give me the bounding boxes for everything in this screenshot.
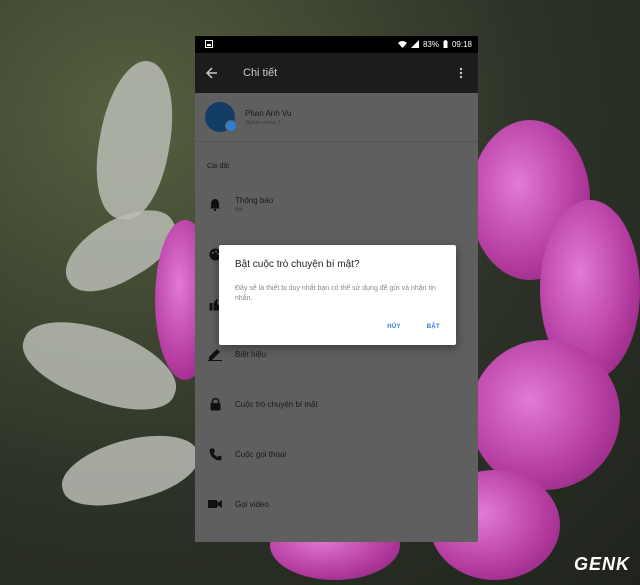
- avatar: [205, 102, 237, 132]
- phone-icon: [208, 447, 222, 461]
- page-title: Chi tiết: [243, 67, 278, 79]
- settings-item-label: Gọi video: [235, 499, 269, 509]
- cancel-button[interactable]: HỦY: [387, 324, 401, 330]
- gallery-icon: [205, 39, 213, 50]
- battery-level: 83%: [422, 40, 439, 49]
- settings-item-label: Thông báo: [235, 195, 274, 205]
- arrow-back-icon: [206, 67, 217, 79]
- back-button[interactable]: [203, 64, 221, 82]
- profile-name: Phan Anh Vu: [245, 108, 292, 118]
- clock: 09:18: [451, 40, 472, 49]
- signal-icon: [410, 39, 419, 50]
- settings-item-label: Cuộc trò chuyện bí mật: [235, 399, 318, 409]
- settings-item-video-call[interactable]: Gọi video: [195, 479, 478, 529]
- battery-icon: [443, 39, 448, 50]
- more-options-button[interactable]: [452, 64, 470, 82]
- settings-item-notifications[interactable]: Thông báo Bật: [195, 179, 478, 229]
- pencil-icon: [208, 347, 222, 361]
- profile-handle: @phan.anhvu.3: [245, 119, 281, 126]
- app-bar: Chi tiết: [195, 53, 478, 93]
- bell-icon: [208, 197, 222, 211]
- video-icon: [208, 497, 222, 511]
- dialog-message: Đây sẽ là thiết bị duy nhất bạn có thể s…: [235, 285, 436, 302]
- status-bar: 83% 09:18: [195, 36, 478, 53]
- secret-conversation-dialog: Bật cuộc trò chuyện bí mật? Đây sẽ là th…: [219, 245, 456, 345]
- wifi-icon: [397, 40, 407, 50]
- profile-header[interactable]: Phan Anh Vu @phan.anhvu.3: [195, 93, 478, 142]
- confirm-button[interactable]: BẬT: [427, 324, 440, 330]
- settings-section-title: Cài đặt: [207, 163, 230, 170]
- settings-item-sublabel: Bật: [235, 206, 243, 213]
- settings-item-label: Cuộc gọi thoại: [235, 449, 287, 459]
- genk-watermark: GENK: [573, 554, 630, 574]
- lock-icon: [208, 397, 222, 411]
- settings-item-secret-conversation[interactable]: Cuộc trò chuyện bí mật: [195, 379, 478, 429]
- more-vert-icon: [459, 67, 463, 79]
- settings-item-voice-call[interactable]: Cuộc gọi thoại: [195, 429, 478, 479]
- messenger-badge-icon: [225, 120, 237, 132]
- dialog-title: Bật cuộc trò chuyện bí mật?: [235, 259, 360, 270]
- settings-item-label: Biệt hiệu: [235, 349, 267, 359]
